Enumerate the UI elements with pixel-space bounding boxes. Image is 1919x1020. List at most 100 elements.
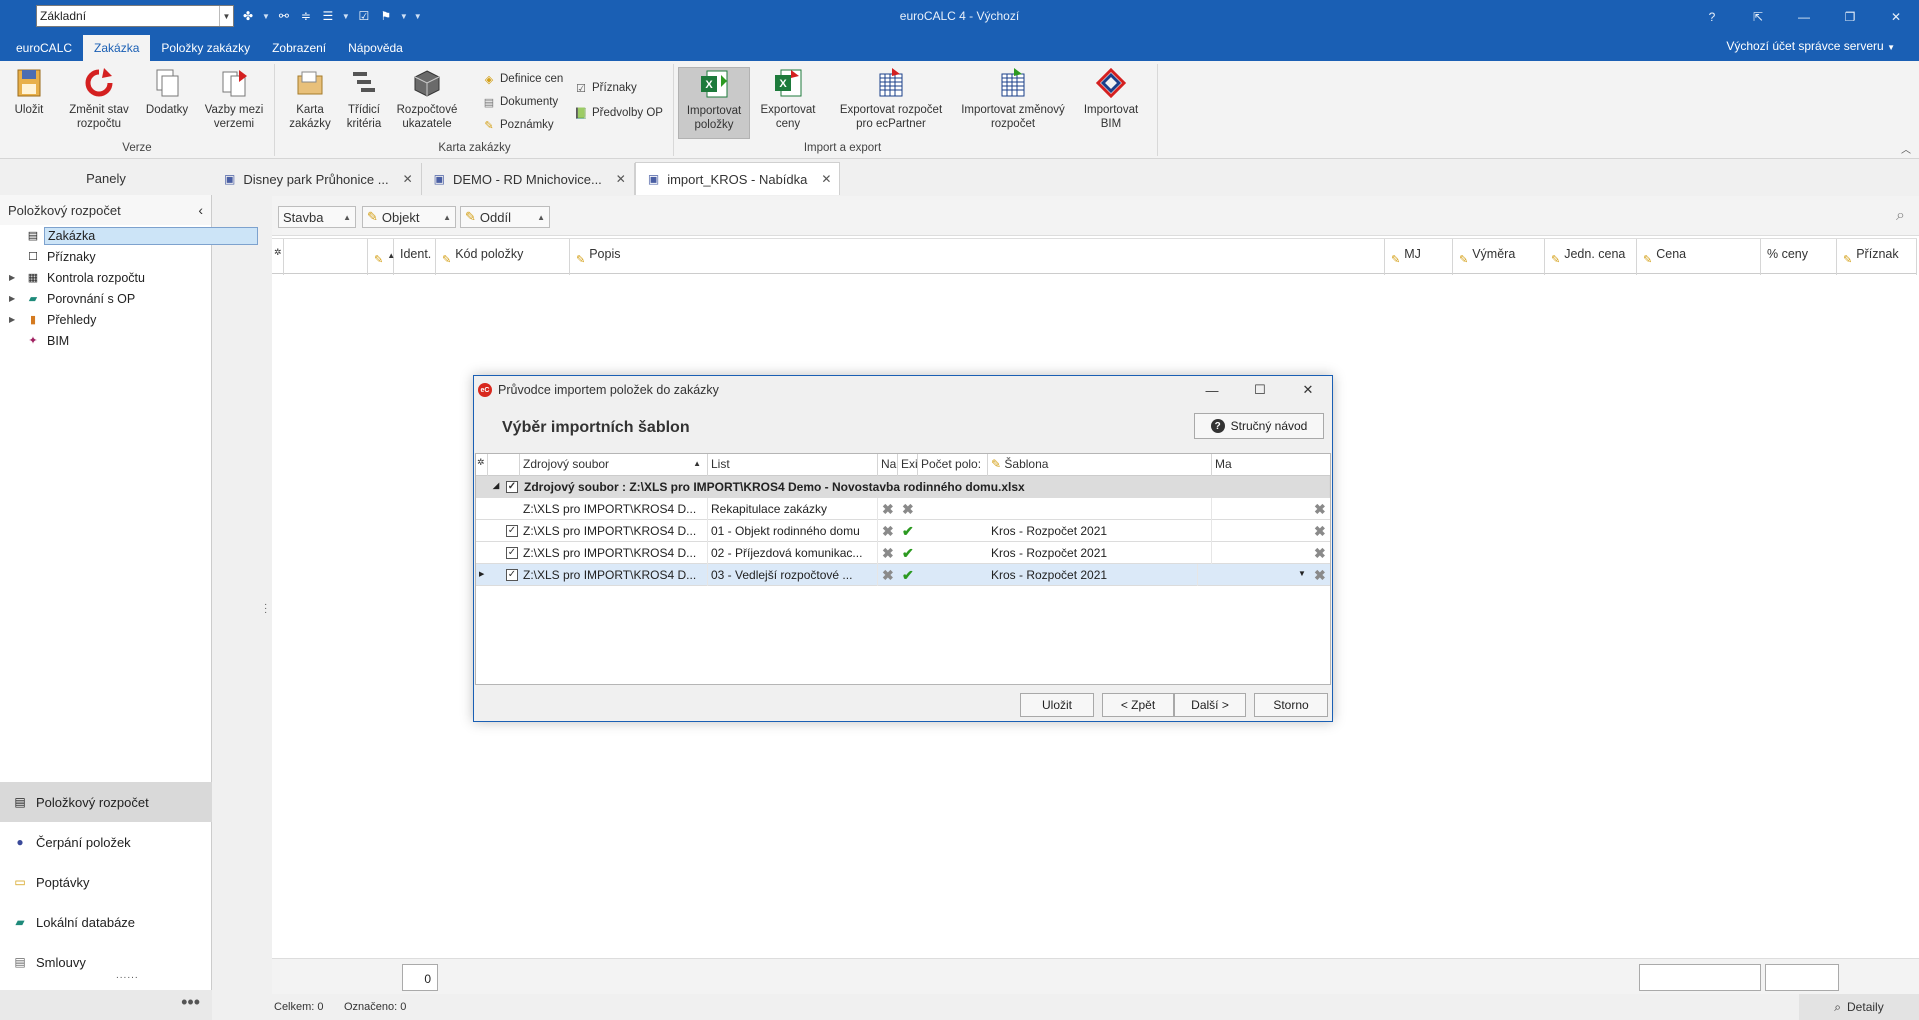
priznaky-button[interactable]: ☑ Příznaky [574,79,637,97]
grid-col-kod[interactable]: ✎ Kód položky [436,239,570,275]
tree-item-kontrola[interactable]: ▶ ▦ Kontrola rozpočtu [0,267,211,288]
cell-sablona[interactable] [988,498,1212,520]
importovat-polozky-button[interactable]: X Importovat položky [678,67,750,139]
zmenit-stav-button[interactable]: Změnit stav rozpočtu [60,67,138,131]
tridici-kriteria-button[interactable]: Třídicí kritéria [342,67,386,131]
cell-sablona[interactable]: Kros - Rozpočet 2021 [988,520,1212,542]
close-icon[interactable]: ✕ [403,172,413,186]
restore-button[interactable]: ❐ [1827,0,1873,33]
delete-icon[interactable]: ✖ [1314,501,1326,518]
vazby-button[interactable]: Vazby mezi verzemi [202,67,266,131]
tree-item-priznaky[interactable]: ☐ Příznaky [0,246,211,267]
col-list[interactable]: List [708,454,878,476]
group-checkbox[interactable]: ✓ [506,481,518,493]
grid-settings-icon[interactable]: ✲ [272,239,284,275]
nav-polozkovy-rozpocet[interactable]: ▤ Položkový rozpočet [0,782,212,822]
grid-settings-icon[interactable]: ✲ [476,454,488,476]
storno-button[interactable]: Storno [1254,693,1328,717]
grid-col-blank[interactable] [488,454,520,476]
doc-tab-disney[interactable]: ▣ Disney park Průhonice ... ✕ [212,163,422,195]
grid-col-ident[interactable]: Ident. [394,239,436,275]
collapse-left-icon[interactable]: ‹ [198,202,203,218]
tab-zobrazeni[interactable]: Zobrazení [261,35,337,61]
dodatky-button[interactable]: Dodatky [142,67,192,117]
row-checkbox[interactable]: ✓ [506,547,518,559]
doc-tab-import-kros[interactable]: ▣ import_KROS - Nabídka ✕ [634,162,841,195]
col-zdrojovy-soubor[interactable]: Zdrojový soubor ▲ [520,454,708,476]
minimize-button[interactable]: — [1781,0,1827,33]
table-row[interactable]: Z:\XLS pro IMPORT\KROS4 D... Rekapitulac… [476,498,1330,520]
detaily-button[interactable]: ⌕ Detaily [1799,994,1919,1020]
delete-icon[interactable]: ✖ [1314,567,1326,584]
row-checkbox[interactable]: ✓ [506,569,518,581]
account-menu[interactable]: Výchozí účet správce serveru ▼ [1726,39,1895,53]
tab-napoveda[interactable]: Nápověda [337,35,414,61]
predvolby-op-button[interactable]: 📗 Předvolby OP [574,104,663,122]
next-button[interactable]: Další > [1174,693,1246,717]
nav-more-button[interactable]: ••• [0,990,212,1020]
dokumenty-button[interactable]: ▤ Dokumenty [482,93,558,111]
grid-col-mj[interactable]: ✎ MJ [1385,239,1453,275]
grid-col-cena[interactable]: ✎ Cena [1637,239,1761,275]
table-row[interactable]: ✓ Z:\XLS pro IMPORT\KROS4 D... 01 - Obje… [476,520,1330,542]
table-row[interactable]: ✓ Z:\XLS pro IMPORT\KROS4 D... 02 - Příj… [476,542,1330,564]
importovat-bim-button[interactable]: Importovat BIM [1075,67,1147,131]
poznamky-button[interactable]: ✎ Poznámky [482,116,553,134]
doc-tab-demo[interactable]: ▣ DEMO - RD Mnichovice... ✕ [422,163,635,195]
tab-polozky-zakazky[interactable]: Položky zakázky [150,35,261,61]
grid-col-popis[interactable]: ✎ Popis [570,239,1385,275]
karta-zakazky-button[interactable]: Karta zakázky [288,67,332,131]
tree-item-prehledy[interactable]: ▶ ▮ Přehledy [0,309,211,330]
exportovat-ceny-button[interactable]: X Exportovat ceny [757,67,819,131]
maximize-button[interactable]: ☐ [1236,376,1284,404]
grid-col-priznak[interactable]: ✎ Příznak [1837,239,1917,275]
nav-smlouvy[interactable]: ▤ Smlouvy [0,942,212,982]
tree-item-bim[interactable]: ✦ BIM [0,330,211,351]
expand-arrow-icon[interactable]: ▶ [9,273,15,282]
vertical-splitter[interactable]: · · · [264,600,267,618]
strucny-navod-button[interactable]: ? Stručný návod [1194,413,1324,439]
ulozit-button[interactable]: Uložit [8,67,50,117]
back-button[interactable]: < Zpět [1102,693,1174,717]
col-ma[interactable]: Ma [1212,454,1330,476]
minimize-button[interactable]: — [1188,376,1236,404]
expand-arrow-icon[interactable]: ▶ [9,294,15,303]
close-icon[interactable]: ✕ [616,172,626,186]
nav-poptavky[interactable]: ▭ Poptávky [0,862,212,902]
exportovat-ecpartner-button[interactable]: Exportovat rozpočet pro ecPartner [835,67,947,131]
search-icon[interactable]: ⌕ [1896,207,1905,225]
nav-lokalni-databaze[interactable]: ▰ Lokální databáze [0,902,212,942]
chevron-down-icon[interactable]: ▼ [1298,569,1306,578]
collapse-ribbon-icon[interactable]: ︿ [1901,141,1911,156]
grid-col-blank[interactable] [284,239,368,275]
help-icon[interactable]: ? [1689,0,1735,33]
col-pocet[interactable]: Počet polo: [918,454,988,476]
row-checkbox[interactable]: ✓ [506,525,518,537]
importovat-zmenovy-button[interactable]: Importovat změnový rozpočet [961,67,1065,131]
tab-zakazka[interactable]: Zakázka [83,35,151,61]
rozpoctove-ukazatele-button[interactable]: Rozpočtové ukazatele [394,67,460,131]
delete-icon[interactable]: ✖ [1314,523,1326,540]
cell-sablona[interactable]: Kros - Rozpočet 2021 [988,564,1198,586]
grid-col-jedn-cena[interactable]: ✎ Jedn. cena [1545,239,1637,275]
close-icon[interactable]: ✕ [821,172,831,186]
close-button[interactable]: ✕ [1873,0,1919,33]
table-row[interactable]: ▶ ✓ Z:\XLS pro IMPORT\KROS4 D... 03 - Ve… [476,564,1330,586]
close-button[interactable]: ✕ [1284,376,1332,404]
filter-oddil[interactable]: ✎ Oddíl ▲ [460,206,550,228]
filter-objekt[interactable]: ✎ Objekt ▲ [362,206,456,228]
grid-col-vymera[interactable]: ✎ Výměra [1453,239,1545,275]
grid-col-procento[interactable]: % ceny [1761,239,1837,275]
definice-cen-button[interactable]: ◈ Definice cen [482,70,564,88]
tree-item-zakazka[interactable]: ▤ Zakázka [0,225,258,246]
tree-item-porovnani[interactable]: ▶ ▰ Porovnání s OP [0,288,211,309]
col-sablona[interactable]: ✎ Šablona [988,454,1212,476]
tab-eurocalc[interactable]: euroCALC [5,35,83,61]
nav-cerpani-polozek[interactable]: ● Čerpání položek [0,822,212,862]
col-na[interactable]: Na [878,454,898,476]
delete-icon[interactable]: ✖ [1314,545,1326,562]
layout-icon[interactable]: ⇱ [1735,0,1781,33]
collapse-group-icon[interactable]: ◢ [493,481,499,490]
expand-arrow-icon[interactable]: ▶ [9,315,15,324]
col-exi[interactable]: Exi [898,454,918,476]
